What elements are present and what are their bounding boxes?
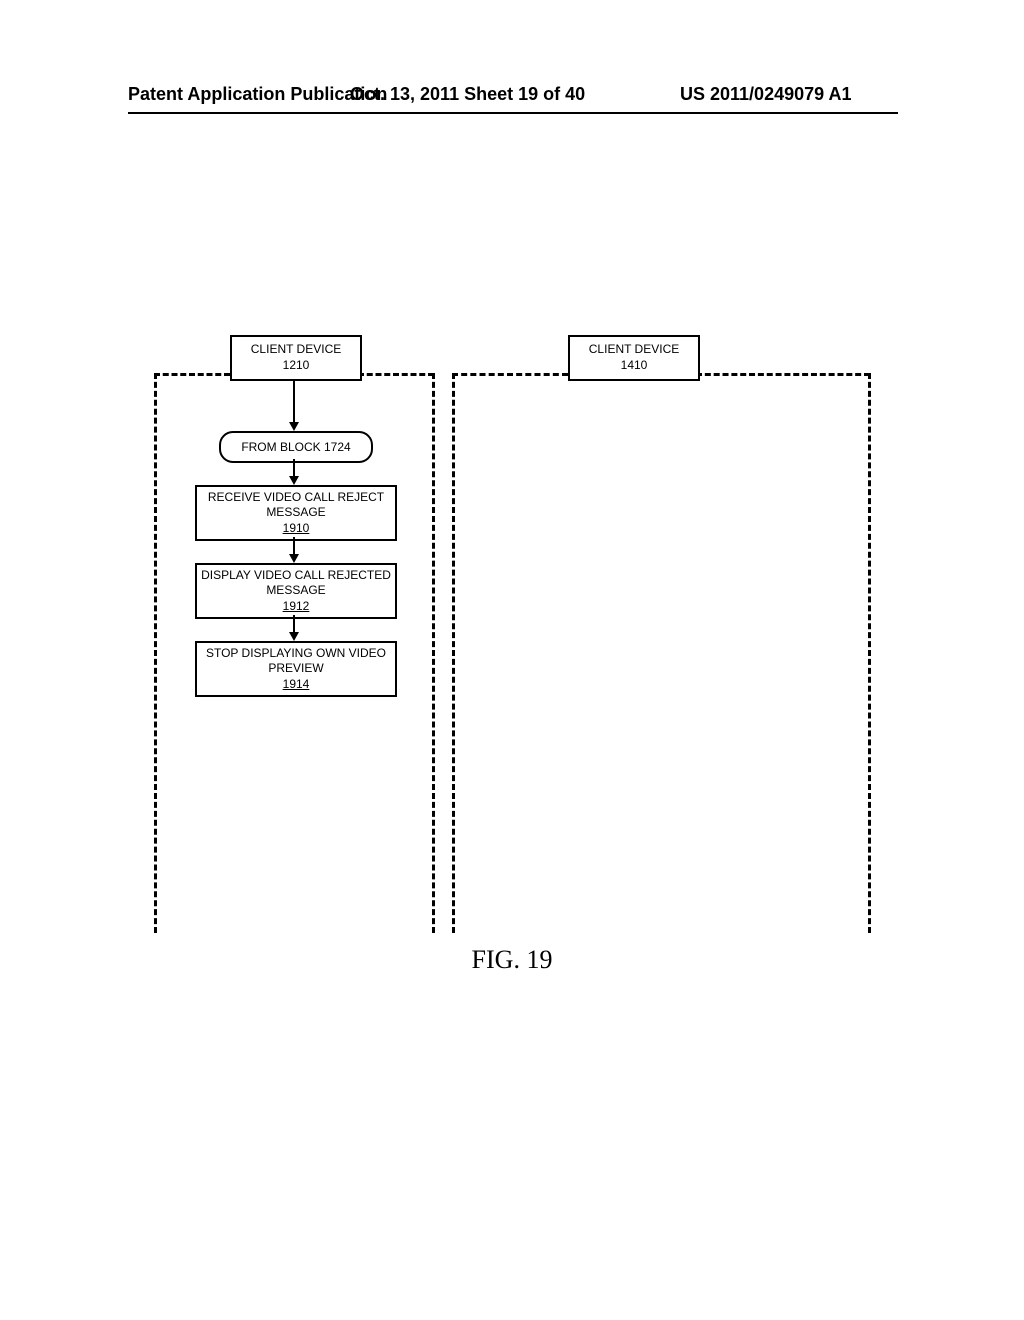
dashed-border-segment [154,373,230,376]
step-text-line: DISPLAY VIDEO CALL REJECTED [201,568,391,584]
step-ref-number: 1910 [283,521,310,537]
box-ref: 1410 [621,358,648,374]
dashed-border-segment [452,373,568,376]
flow-arrowhead-icon [289,554,299,563]
step-1912-box: DISPLAY VIDEO CALL REJECTED MESSAGE 1912 [195,563,397,619]
from-block-connector: FROM BLOCK 1724 [219,431,373,463]
dashed-border-segment [432,373,435,933]
flow-arrow-line [293,459,295,476]
client-device-left-box: CLIENT DEVICE 1210 [230,335,362,381]
flow-arrowhead-icon [289,422,299,431]
step-ref-number: 1912 [283,599,310,615]
figure-label: FIG. 19 [472,945,553,974]
header-date-sheet: Oct. 13, 2011 Sheet 19 of 40 [350,84,585,105]
step-text-line: RECEIVE VIDEO CALL REJECT [208,490,384,506]
flow-arrowhead-icon [289,476,299,485]
header-publication-label: Patent Application Publication [128,84,387,105]
step-ref-number: 1914 [283,677,310,693]
dashed-border-segment [696,373,870,376]
flow-arrow-line [293,377,295,422]
flow-arrow-line [293,615,295,632]
step-1914-box: STOP DISPLAYING OWN VIDEO PREVIEW 1914 [195,641,397,697]
flowchart-diagram: CLIENT DEVICE 1210 CLIENT DEVICE 1410 FR… [150,335,880,935]
figure-caption: FIG. 19 [0,945,1024,975]
dashed-border-segment [358,373,434,376]
step-text-line: STOP DISPLAYING OWN VIDEO [206,646,386,662]
connector-label: FROM BLOCK 1724 [241,440,350,454]
flow-arrowhead-icon [289,632,299,641]
header-doc-number: US 2011/0249079 A1 [680,84,851,105]
step-text-line: MESSAGE [266,583,325,599]
client-device-right-box: CLIENT DEVICE 1410 [568,335,700,381]
header-underline [128,112,898,114]
dashed-border-segment [452,373,455,933]
flow-arrow-line [293,537,295,554]
dashed-border-segment [868,373,871,933]
box-label: CLIENT DEVICE [251,342,341,358]
step-text-line: MESSAGE [266,505,325,521]
step-1910-box: RECEIVE VIDEO CALL REJECT MESSAGE 1910 [195,485,397,541]
dashed-border-segment [154,373,157,933]
step-text-line: PREVIEW [268,661,323,677]
box-ref: 1210 [283,358,310,374]
box-label: CLIENT DEVICE [589,342,679,358]
